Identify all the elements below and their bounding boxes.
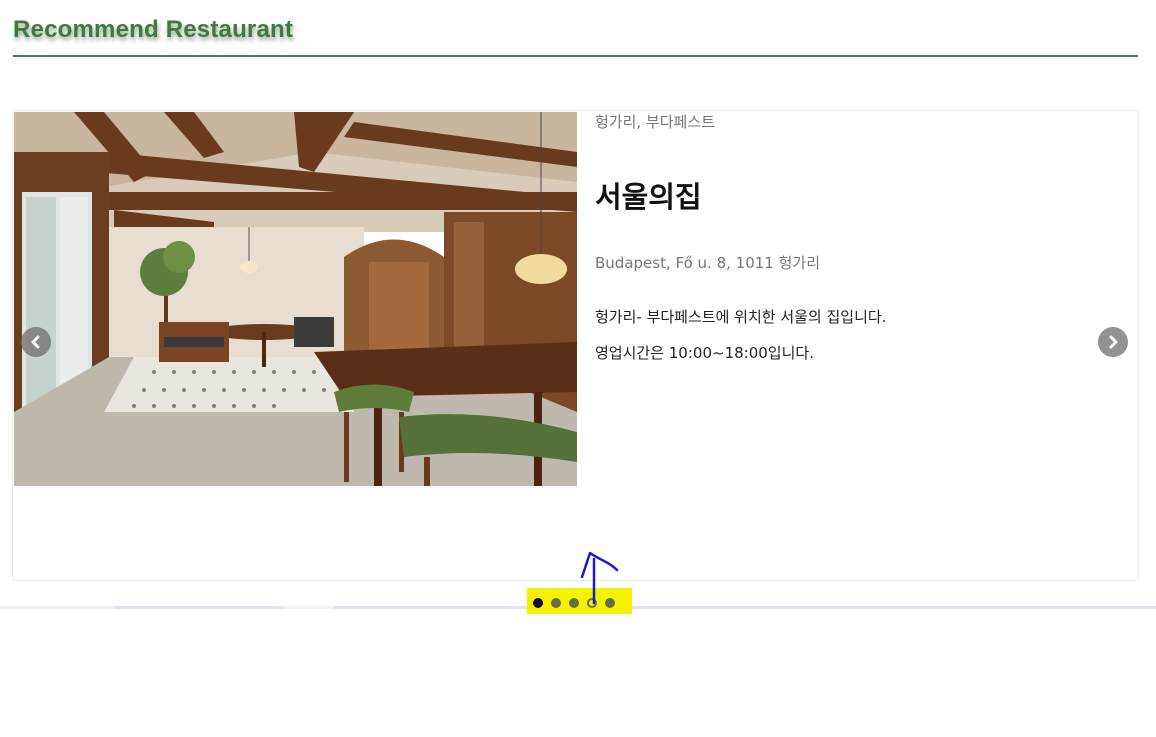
- restaurant-region: 헝가리, 부다페스트: [595, 113, 715, 131]
- chevron-left-icon: [31, 335, 40, 349]
- carousel-dot-2[interactable]: [551, 598, 561, 608]
- carousel-dot-1[interactable]: [533, 598, 543, 608]
- restaurant-name: 서울의집: [595, 180, 702, 214]
- carousel-dot-3[interactable]: [569, 598, 579, 608]
- title-divider: [13, 55, 1138, 57]
- page-divider-segment: [0, 606, 115, 609]
- section-title: Recommend Restaurant: [13, 16, 294, 43]
- carousel-dot-4[interactable]: [587, 598, 597, 608]
- restaurant-card: 헝가리, 부다페스트 서울의집 Budapest, Fő u. 8, 1011 …: [12, 110, 1139, 581]
- carousel-next-button[interactable]: [1098, 327, 1128, 357]
- restaurant-address: Budapest, Fő u. 8, 1011 헝가리: [595, 254, 820, 272]
- restaurant-description-line: 헝가리- 부다페스트에 위치한 서울의 집입니다.: [595, 308, 887, 326]
- carousel-prev-button[interactable]: [21, 327, 51, 357]
- restaurant-photo: [14, 112, 577, 486]
- chevron-right-icon: [1109, 335, 1118, 349]
- page-divider-segment: [284, 606, 334, 609]
- carousel-dot-5[interactable]: [605, 598, 615, 608]
- carousel-pagination: [533, 598, 615, 608]
- restaurant-hours-line: 영업시간은 10:00~18:00입니다.: [595, 344, 814, 362]
